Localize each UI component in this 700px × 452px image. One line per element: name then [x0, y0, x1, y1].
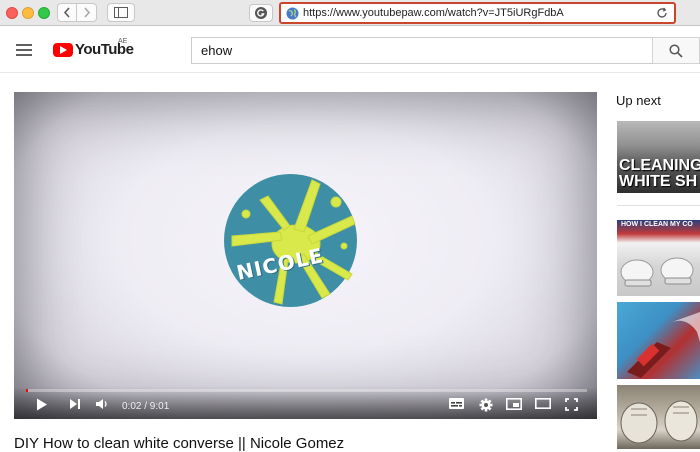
player-controls: 0:02 / 9:01: [14, 387, 597, 419]
video-player[interactable]: NICOLE 0:02 / 9:01: [14, 92, 597, 419]
cola-bottle-image: [627, 312, 700, 378]
extension-button[interactable]: [249, 4, 273, 22]
sneakers-image: [620, 257, 694, 287]
settings-button[interactable]: [479, 398, 493, 412]
progress-bar[interactable]: [26, 389, 587, 392]
search-button[interactable]: [652, 37, 700, 64]
fullscreen-icon: [565, 398, 578, 411]
sidebar-icon: [114, 7, 128, 18]
mute-button[interactable]: [95, 398, 108, 410]
up-next-thumbnail[interactable]: CLEANING WHITE SH: [617, 121, 700, 193]
video-vignette: [14, 92, 597, 419]
volume-icon: [96, 399, 107, 409]
globe-icon: [286, 7, 299, 20]
url-text: https://www.youtubepaw.com/watch?v=JT5iU…: [303, 7, 564, 19]
theater-mode-button[interactable]: [535, 398, 551, 409]
logo-region-code: AE: [118, 38, 128, 45]
next-icon: [70, 399, 80, 409]
search-input[interactable]: ehow: [191, 37, 653, 64]
back-button[interactable]: [57, 3, 77, 22]
theater-icon: [535, 398, 551, 409]
play-icon: [37, 398, 47, 411]
sidebar-divider: [617, 205, 700, 206]
miniplayer-icon: [506, 398, 522, 410]
youtube-masthead: YouTube AE ehow: [0, 27, 700, 73]
hamburger-icon[interactable]: [16, 44, 32, 56]
worn-sneakers-image: [620, 400, 698, 444]
settings-icon: [479, 398, 493, 412]
youtube-logo[interactable]: YouTube AE: [53, 38, 134, 58]
search-icon: [669, 43, 683, 58]
reload-icon[interactable]: [656, 7, 668, 19]
subtitles-icon: [449, 398, 464, 409]
video-title: DIY How to clean white converse || Nicol…: [14, 435, 345, 452]
next-button[interactable]: [69, 398, 81, 410]
progress-bar-fill: [26, 389, 29, 392]
address-bar[interactable]: https://www.youtubepaw.com/watch?v=JT5iU…: [279, 2, 676, 24]
chevron-right-icon: [83, 7, 90, 18]
up-next-heading: Up next: [616, 93, 661, 108]
thumbnail-overlay-text: CLEANING WHITE SH: [619, 157, 700, 190]
sidebar-toggle-button[interactable]: [107, 3, 135, 22]
play-button[interactable]: [36, 398, 48, 411]
youtube-play-logo-icon: [53, 42, 73, 57]
grammarly-icon: [255, 7, 267, 19]
forward-button[interactable]: [77, 3, 97, 22]
time-display: 0:02 / 9:01: [122, 401, 170, 412]
search-input-value: ehow: [201, 43, 233, 58]
up-next-thumbnail[interactable]: HOW I CLEAN MY CO: [617, 220, 700, 296]
browser-toolbar: https://www.youtubepaw.com/watch?v=JT5iU…: [0, 0, 700, 26]
zoom-window-button[interactable]: [38, 7, 50, 19]
fullscreen-button[interactable]: [565, 398, 578, 411]
miniplayer-button[interactable]: [506, 398, 522, 410]
subtitles-button[interactable]: [449, 398, 464, 409]
close-window-button[interactable]: [6, 7, 18, 19]
chevron-left-icon: [63, 7, 70, 18]
minimize-window-button[interactable]: [22, 7, 34, 19]
up-next-thumbnail[interactable]: [617, 302, 700, 379]
up-next-thumbnail[interactable]: [617, 385, 700, 449]
